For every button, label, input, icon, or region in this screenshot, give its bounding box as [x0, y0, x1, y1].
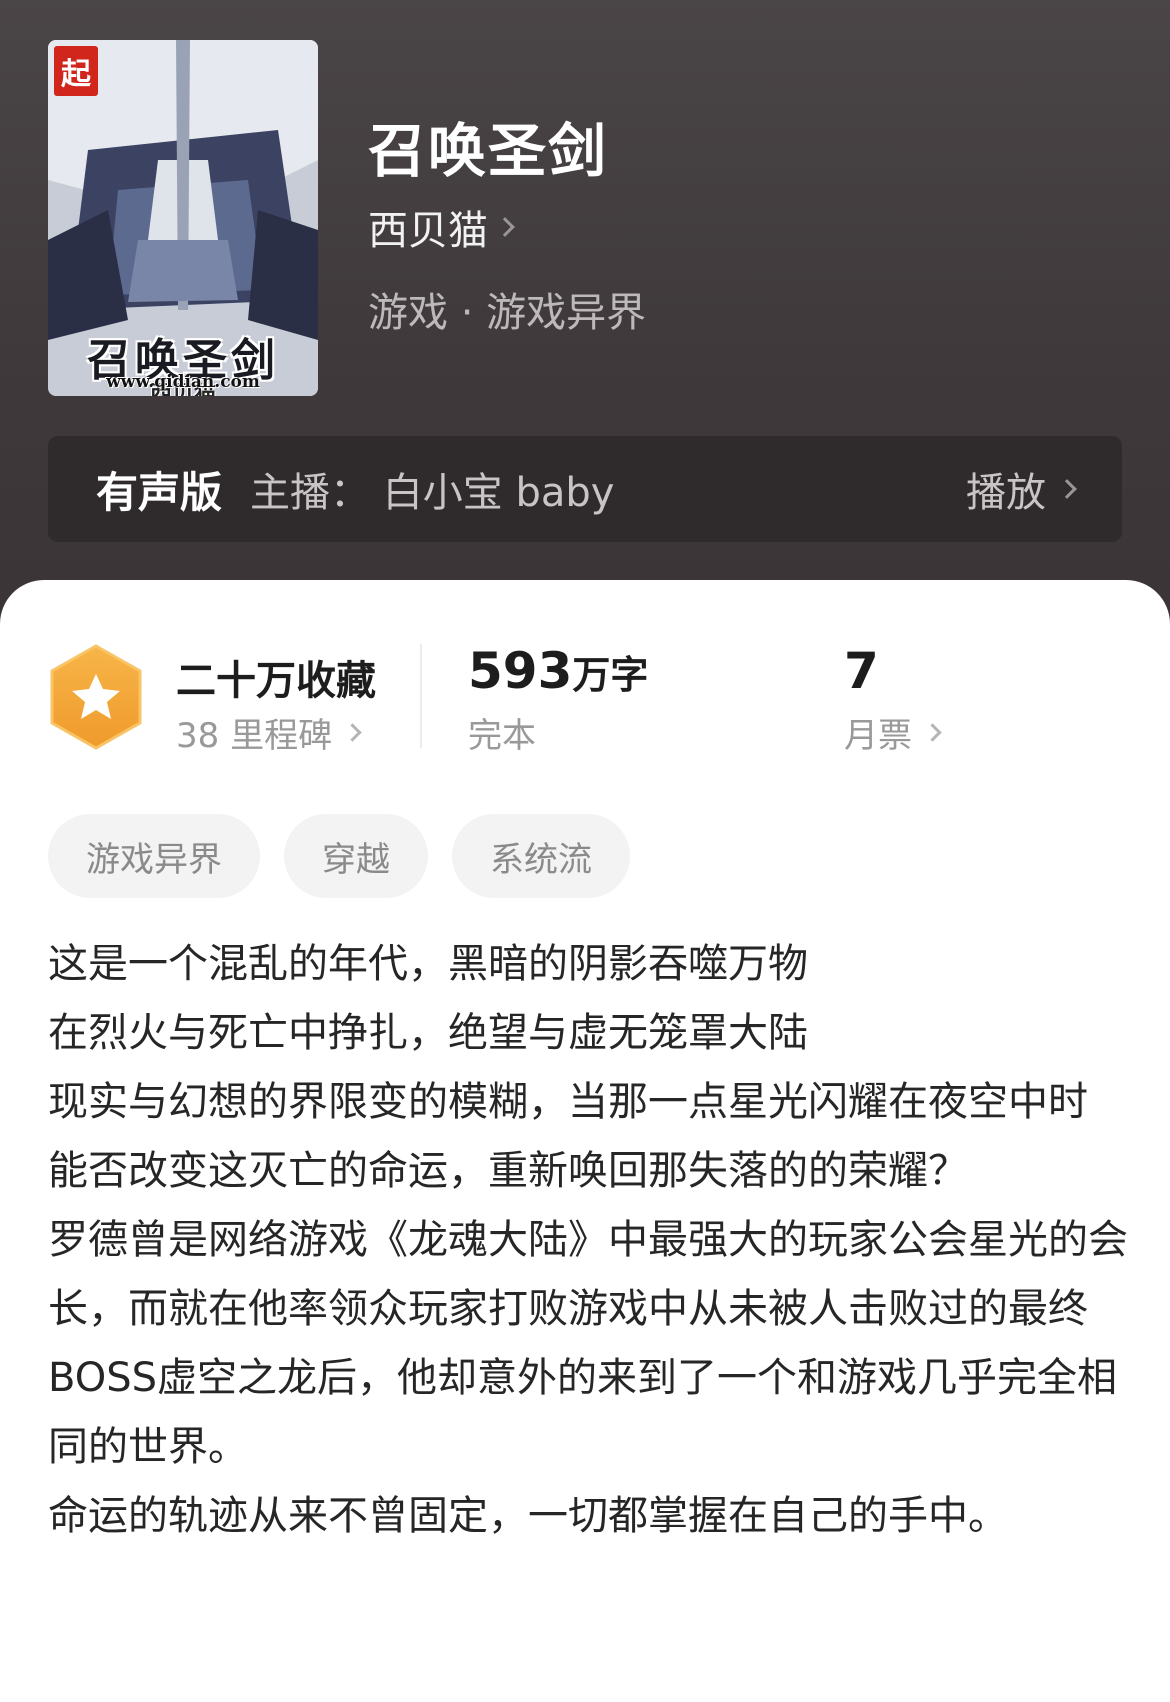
chevron-right-icon: [923, 723, 942, 742]
book-description: 这是一个混乱的年代，黑暗的阴影吞噬万物 在烈火与死亡中挣扎，绝望与虚无笼罩大陆 …: [48, 930, 1128, 1551]
monthly-tickets-link[interactable]: 月票: [844, 708, 942, 757]
audio-label: 有声版: [96, 467, 223, 517]
tag-list: 游戏异界 穿越 系统流: [48, 814, 630, 898]
description-line: 能否改变这灭亡的命运，重新唤回那失落的的荣耀？: [48, 1148, 968, 1194]
tag-chip[interactable]: 穿越: [284, 814, 428, 898]
monthly-tickets-count: 7: [844, 642, 879, 700]
chevron-right-icon: [343, 723, 362, 742]
stats-divider: [420, 644, 422, 748]
play-button[interactable]: 播放: [966, 460, 1077, 518]
book-cover[interactable]: 起 召唤圣剑 西贝猫 www.qidian.com: [48, 40, 318, 396]
monthly-tickets-label: 月票: [844, 716, 912, 756]
chevron-right-icon: [495, 217, 515, 237]
book-genre: 游戏 · 游戏异界: [368, 290, 647, 336]
stats-row: 二十万收藏 38 里程碑 593万字 完本 7 月票: [0, 634, 1170, 764]
author-name: 西贝猫: [368, 208, 488, 254]
chevron-right-icon: [1057, 479, 1077, 499]
book-status: 完本: [468, 716, 536, 756]
tag-chip[interactable]: 系统流: [452, 814, 630, 898]
tag-chip[interactable]: 游戏异界: [48, 814, 260, 898]
author-link[interactable]: 西贝猫: [368, 198, 515, 256]
cover-seal: 起: [54, 46, 98, 96]
word-count-unit: 万字: [572, 653, 649, 697]
cover-url: www.qidian.com: [106, 372, 260, 392]
description-line: 在烈火与死亡中挣扎，绝望与虚无笼罩大陆: [48, 1010, 808, 1056]
description-line: 罗德曾是网络游戏《龙魂大陆》中最强大的玩家公会星光的会长，而就在他率领众玩家打败…: [48, 1217, 1128, 1470]
description-line: 现实与幻想的界限变的模糊，当那一点星光闪耀在夜空中时: [48, 1079, 1088, 1125]
star-hexagon-icon: [50, 644, 142, 750]
favorites-count: 二十万收藏: [176, 658, 376, 704]
milestones-label: 38 里程碑: [176, 716, 333, 756]
description-line: 命运的轨迹从来不曾固定，一切都掌握在自己的手中。: [48, 1493, 1008, 1539]
audio-host: 主播： 白小宝 baby: [250, 470, 615, 516]
word-count: 593万字: [468, 642, 648, 700]
play-label: 播放: [966, 470, 1046, 516]
word-count-number: 593: [468, 642, 573, 700]
description-line: 这是一个混乱的年代，黑暗的阴影吞噬万物: [48, 941, 808, 987]
audio-version-bar[interactable]: 有声版 主播： 白小宝 baby 播放: [48, 436, 1122, 542]
milestones-link[interactable]: 38 里程碑: [176, 708, 362, 757]
book-title: 召唤圣剑: [368, 117, 609, 185]
